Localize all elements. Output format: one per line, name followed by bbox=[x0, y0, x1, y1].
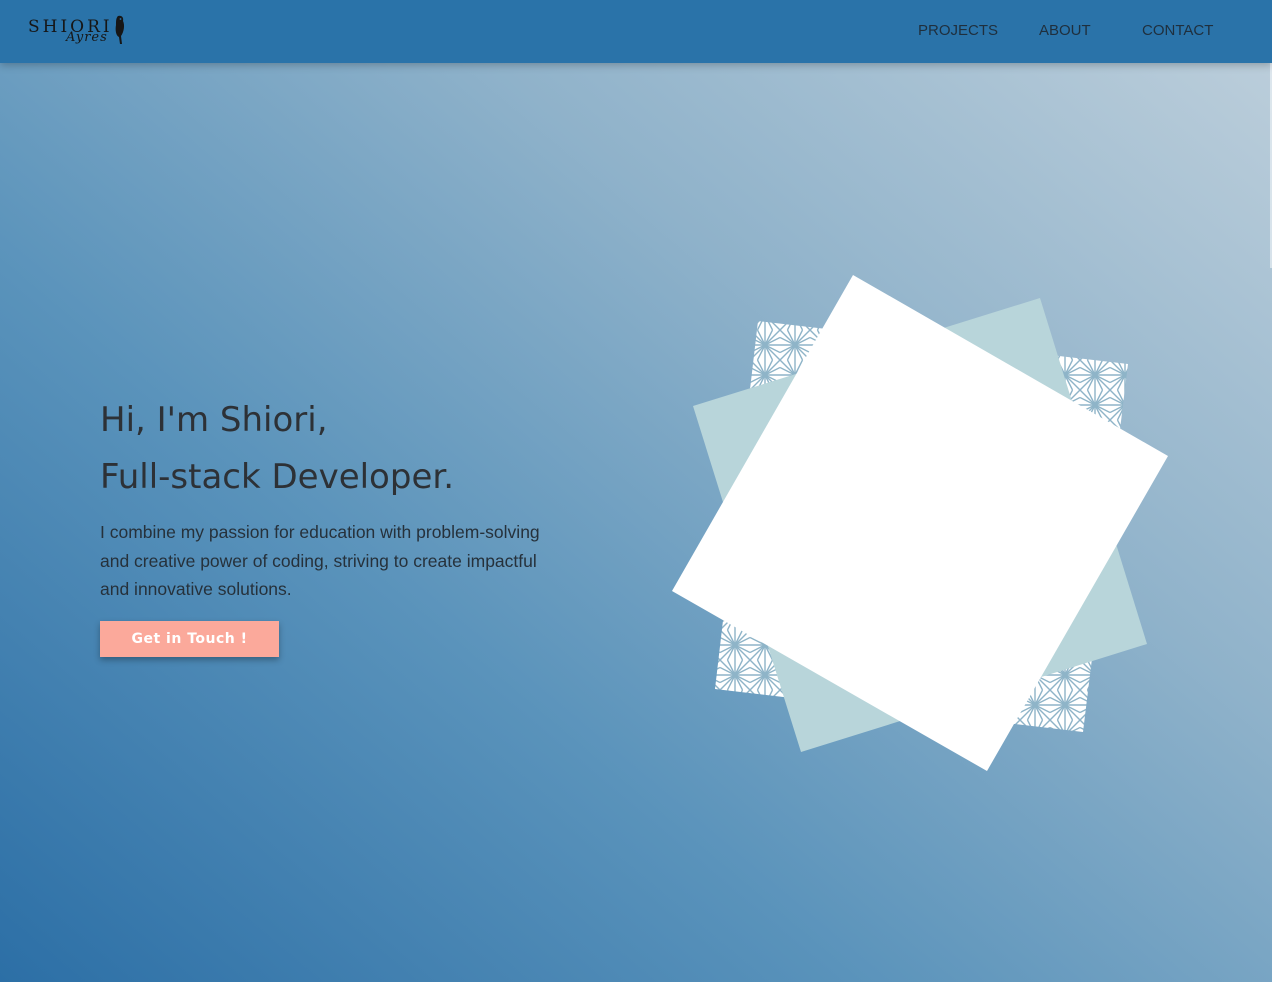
site-header: SHIORI Ayres PROJECTS ABOUT CONTACT bbox=[0, 0, 1272, 63]
logo[interactable]: SHIORI Ayres bbox=[28, 14, 128, 50]
logo-script: Ayres bbox=[66, 30, 108, 45]
nav-contact-link[interactable]: CONTACT bbox=[1142, 22, 1213, 39]
bird-icon bbox=[115, 15, 125, 44]
hero-illustration bbox=[672, 275, 1168, 771]
get-in-touch-button[interactable]: Get in Touch ! bbox=[100, 621, 279, 657]
hero-heading-line-2: Full-stack Developer. bbox=[100, 457, 455, 497]
white-paper bbox=[672, 275, 1168, 771]
nav-projects-link[interactable]: PROJECTS bbox=[918, 22, 998, 39]
hero-heading-line-1: Hi, I'm Shiori, bbox=[100, 400, 328, 440]
hero-heading: Hi, I'm Shiori, Full-stack Developer. bbox=[100, 392, 454, 506]
nav-about-link[interactable]: ABOUT bbox=[1039, 22, 1091, 39]
hero-description: I combine my passion for education with … bbox=[100, 522, 540, 599]
